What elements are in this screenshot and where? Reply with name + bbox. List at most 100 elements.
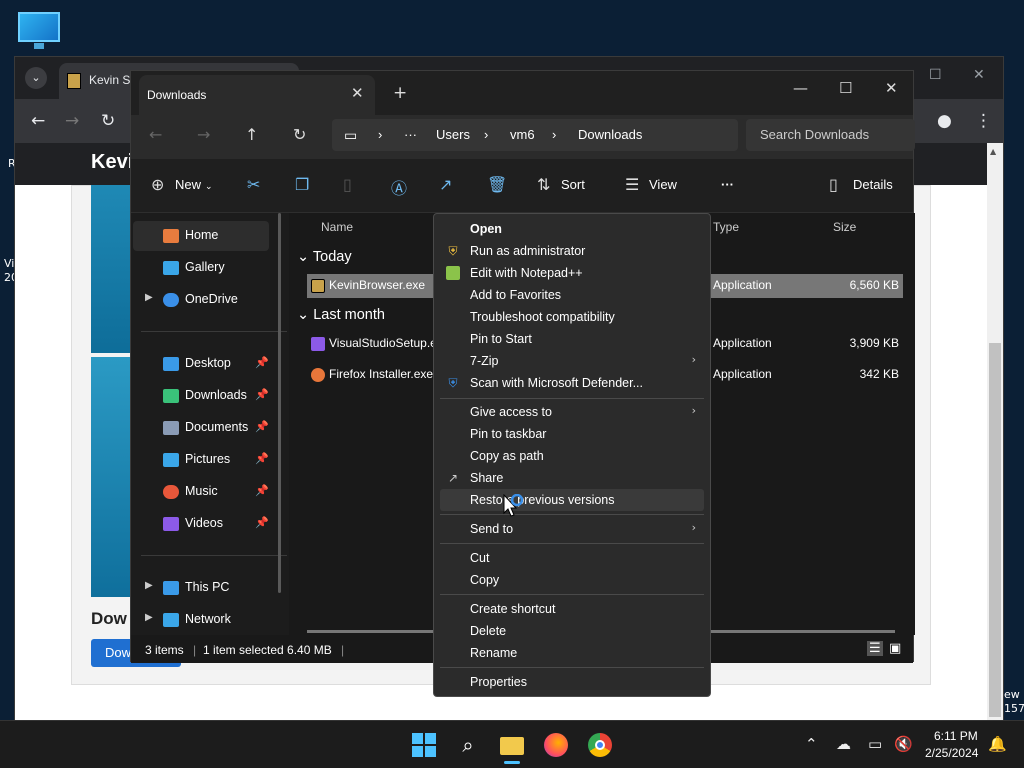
address-bar[interactable]: ▭ › ··· Users › vm6 › Downloads xyxy=(332,119,738,151)
menu-item-open[interactable]: Open xyxy=(440,218,704,240)
menu-item-give-access[interactable]: Give access to › xyxy=(440,401,704,423)
volume-muted-icon[interactable]: 🔇 xyxy=(894,735,913,753)
copy-icon[interactable]: ❐ xyxy=(295,175,309,194)
group-header-last-month[interactable]: ⌄ Last month xyxy=(297,307,385,323)
sort-icon[interactable]: ⇅ xyxy=(537,175,550,194)
scroll-up-icon[interactable]: ▲ xyxy=(990,147,996,156)
breadcrumb-vm6[interactable]: vm6 xyxy=(510,127,535,142)
menu-item-share[interactable]: ↗ Share xyxy=(440,467,704,489)
delete-icon[interactable]: 🗑 xyxy=(487,175,507,194)
onedrive-offline-icon[interactable]: ☁ xyxy=(836,735,851,753)
nav-item-onedrive[interactable]: ▶ OneDrive xyxy=(133,285,269,315)
pin-icon[interactable]: 📌 xyxy=(255,420,269,433)
notifications-bell-icon[interactable]: 🔔 xyxy=(988,735,1007,753)
menu-item-cut[interactable]: Cut xyxy=(440,547,704,569)
menu-item-troubleshoot[interactable]: Troubleshoot compatibility xyxy=(440,306,704,328)
menu-item-send-to[interactable]: Send to › xyxy=(440,518,704,540)
close-icon[interactable]: ✕ xyxy=(885,79,898,97)
browser-forward-icon[interactable]: → xyxy=(65,111,79,131)
menu-item-add-favorites[interactable]: Add to Favorites xyxy=(440,284,704,306)
column-header-size[interactable]: Size xyxy=(833,220,856,234)
explorer-tab[interactable]: Downloads ✕ xyxy=(139,75,375,115)
tab-search-chevron-icon[interactable]: ⌄ xyxy=(25,67,47,89)
search-icon[interactable]: ⌕ xyxy=(454,731,482,759)
pin-icon[interactable]: 📌 xyxy=(255,452,269,465)
group-header-today[interactable]: ⌄ Today xyxy=(297,249,352,265)
menu-item-copy[interactable]: Copy xyxy=(440,569,704,591)
breadcrumb-more[interactable]: ··· xyxy=(404,127,417,142)
sort-button[interactable]: Sort xyxy=(561,177,585,192)
nav-item-gallery[interactable]: Gallery xyxy=(133,253,269,283)
back-icon[interactable]: ← xyxy=(149,125,162,144)
network-icon[interactable]: ▭ xyxy=(868,735,882,753)
clock-date[interactable]: 2/25/2024 xyxy=(925,746,978,760)
file-explorer-taskbar-icon[interactable] xyxy=(498,731,526,764)
paste-icon[interactable]: ▯ xyxy=(343,175,352,194)
clock-time[interactable]: 6:11 PM xyxy=(934,729,978,743)
details-view-icon[interactable]: ☰ xyxy=(867,641,883,656)
pane-scrollbar[interactable] xyxy=(278,213,281,593)
show-hidden-icons-chevron-icon[interactable]: ⌃ xyxy=(805,735,818,753)
details-pane-icon[interactable]: ▯ xyxy=(829,175,838,194)
pin-icon[interactable]: 📌 xyxy=(255,388,269,401)
nav-item-music[interactable]: Music 📌 xyxy=(133,477,269,507)
nav-item-desktop[interactable]: Desktop 📌 xyxy=(133,349,269,379)
browser-close-icon[interactable]: ✕ xyxy=(973,67,985,83)
view-button[interactable]: View xyxy=(649,177,677,192)
expand-chevron-icon[interactable]: ▶ xyxy=(145,292,153,303)
browser-maximize-icon[interactable]: ☐ xyxy=(929,67,942,83)
menu-item-copy-path[interactable]: Copy as path xyxy=(440,445,704,467)
nav-item-documents[interactable]: Documents 📌 xyxy=(133,413,269,443)
menu-item-run-as-admin[interactable]: ⛨ Run as administrator xyxy=(440,240,704,262)
menu-item-delete[interactable]: Delete xyxy=(440,620,704,642)
more-options-button[interactable]: ··· xyxy=(721,177,734,192)
column-header-type[interactable]: Type xyxy=(713,220,739,234)
column-header-name[interactable]: Name xyxy=(321,220,353,234)
rename-icon[interactable]: Ⓐ xyxy=(391,175,407,199)
scrollbar-thumb[interactable] xyxy=(989,343,1001,717)
minimize-icon[interactable]: — xyxy=(793,79,808,97)
up-icon[interactable]: ↑ xyxy=(245,125,258,144)
browser-reload-icon[interactable]: ↻ xyxy=(101,111,115,131)
maximize-icon[interactable]: ☐ xyxy=(839,79,852,97)
page-scrollbar[interactable]: ▲ xyxy=(987,143,1003,721)
nav-item-home[interactable]: Home xyxy=(133,221,269,251)
new-button[interactable]: New xyxy=(175,177,201,192)
browser-back-icon[interactable]: ← xyxy=(31,111,45,131)
menu-item-rename[interactable]: Rename xyxy=(440,642,704,664)
nav-item-downloads[interactable]: Downloads 📌 xyxy=(133,381,269,411)
search-input[interactable]: Search Downloads xyxy=(760,127,869,142)
refresh-icon[interactable]: ↻ xyxy=(293,125,306,144)
new-tab-icon[interactable]: + xyxy=(393,83,407,103)
browser-menu-icon[interactable]: ⋮ xyxy=(975,111,992,131)
chrome-icon[interactable] xyxy=(586,731,614,759)
cut-icon[interactable]: ✂ xyxy=(247,175,260,194)
nav-item-network[interactable]: ▶ Network xyxy=(133,605,269,635)
nav-item-videos[interactable]: Videos 📌 xyxy=(133,509,269,539)
firefox-icon[interactable] xyxy=(542,731,570,759)
menu-item-scan-defender[interactable]: ⛨ Scan with Microsoft Defender... xyxy=(440,372,704,394)
tiles-view-icon[interactable]: ▣ xyxy=(889,641,901,656)
view-icon[interactable]: ☰ xyxy=(625,175,639,194)
profile-icon[interactable]: ● xyxy=(937,111,952,131)
expand-chevron-icon[interactable]: ▶ xyxy=(145,612,153,623)
pin-icon[interactable]: 📌 xyxy=(255,356,269,369)
share-icon[interactable]: ↗ xyxy=(439,175,452,194)
menu-item-create-shortcut[interactable]: Create shortcut xyxy=(440,598,704,620)
menu-item-pin-taskbar[interactable]: Pin to taskbar xyxy=(440,423,704,445)
menu-item-7zip[interactable]: 7-Zip › xyxy=(440,350,704,372)
nav-item-pictures[interactable]: Pictures 📌 xyxy=(133,445,269,475)
details-button[interactable]: Details xyxy=(853,177,893,192)
desktop-pc-icon[interactable] xyxy=(16,10,62,50)
expand-chevron-icon[interactable]: ▶ xyxy=(145,580,153,591)
tab-close-icon[interactable]: ✕ xyxy=(351,84,364,102)
menu-item-pin-start[interactable]: Pin to Start xyxy=(440,328,704,350)
menu-item-restore-versions[interactable]: Restore previous versions xyxy=(440,489,704,511)
nav-item-this-pc[interactable]: ▶ This PC xyxy=(133,573,269,603)
breadcrumb-downloads[interactable]: Downloads xyxy=(578,127,642,142)
menu-item-properties[interactable]: Properties xyxy=(440,671,704,693)
forward-icon[interactable]: → xyxy=(197,125,210,144)
breadcrumb-users[interactable]: Users xyxy=(436,127,470,142)
start-windows-icon[interactable] xyxy=(410,731,438,759)
search-box[interactable]: Search Downloads xyxy=(746,119,915,151)
